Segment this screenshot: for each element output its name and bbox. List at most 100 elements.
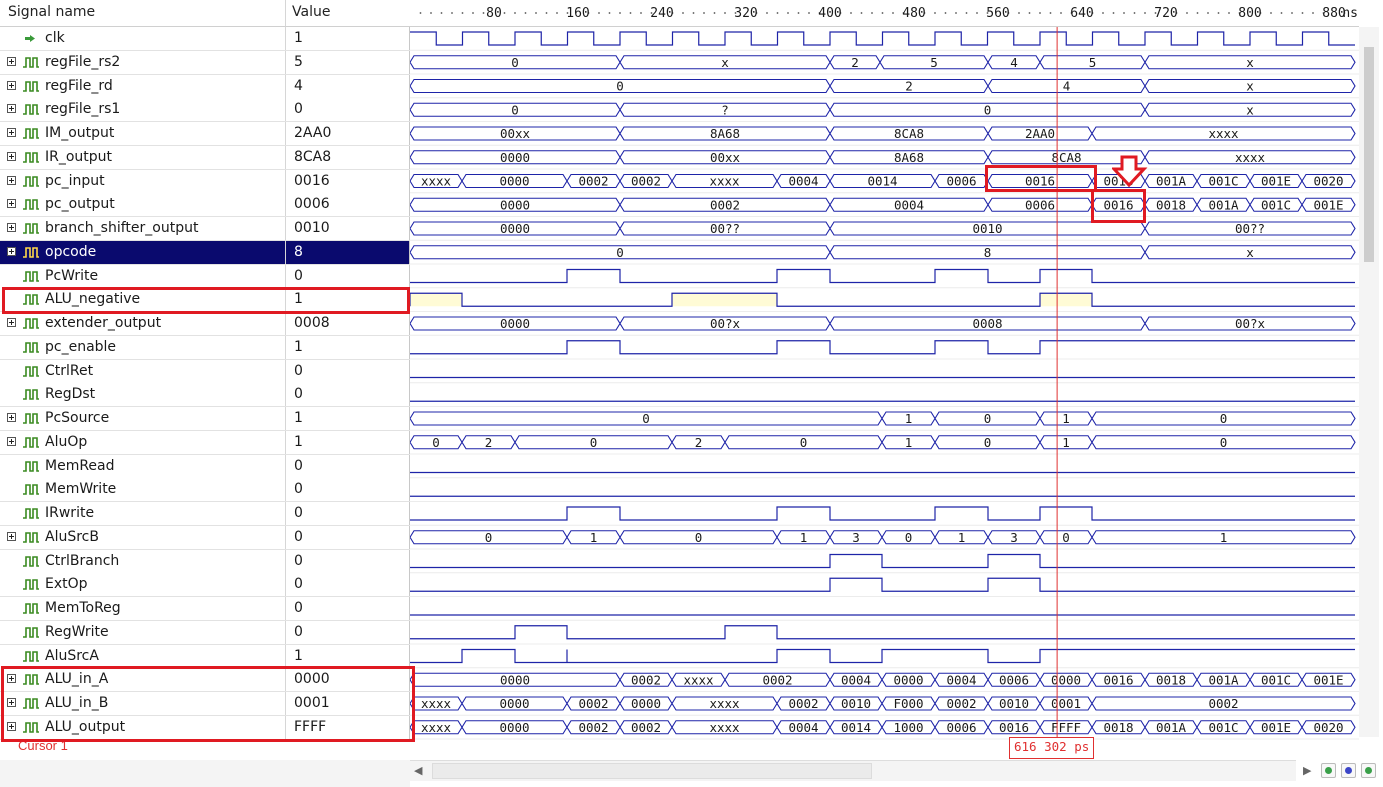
expand-icon[interactable] (7, 674, 16, 684)
goto-cursor-button[interactable] (1341, 763, 1356, 778)
signal-row[interactable]: CtrlRet 0 (0, 359, 410, 384)
signal-row[interactable]: CtrlBranch 0 (0, 549, 410, 574)
expand-icon[interactable] (7, 199, 16, 209)
expand-icon[interactable] (7, 246, 16, 256)
name-panel-footer (0, 760, 410, 787)
signal-name-cell[interactable]: regFile_rs2 (0, 50, 286, 74)
signal-row[interactable]: MemWrite 0 (0, 478, 410, 503)
expand-icon[interactable] (7, 104, 16, 114)
signal-row[interactable]: regFile_rd 4 (0, 74, 410, 99)
cursor-time[interactable]: 616 302 ps (1009, 737, 1095, 759)
horizontal-scrollbar[interactable]: ◀ ▶ (410, 760, 1311, 781)
scroll-right-icon[interactable]: ▶ (1303, 764, 1311, 777)
signal-row[interactable]: IR_output 8CA8 (0, 145, 410, 170)
clock-icon (25, 35, 35, 42)
expand-icon[interactable] (7, 721, 16, 731)
bus-value: 0002 (788, 696, 818, 711)
bus-value: 00xx (500, 126, 531, 141)
signal-row[interactable]: ExtOp 0 (0, 573, 410, 598)
signal-name-cell[interactable]: MemToReg (0, 597, 286, 620)
signal-name-cell[interactable]: branch_shifter_output (0, 217, 286, 240)
signal-name-cell[interactable]: pc_enable (0, 335, 286, 359)
signal-row[interactable]: AluOp 1 (0, 430, 410, 455)
signal-row[interactable]: RegWrite 0 (0, 620, 410, 645)
value-header[interactable]: Value (286, 0, 411, 27)
vertical-scrollbar[interactable] (1359, 27, 1379, 737)
signal-name-cell[interactable]: RegWrite (0, 620, 286, 644)
signal-row[interactable]: extender_output 0008 (0, 312, 410, 336)
signal-row[interactable]: AluSrcA 1 (0, 644, 410, 669)
expand-icon[interactable] (7, 436, 16, 446)
expand-icon[interactable] (7, 223, 16, 232)
signal-name-cell[interactable]: ALU_negative (0, 288, 286, 312)
vertical-scroll-thumb[interactable] (1364, 47, 1374, 262)
cursor-label: Cursor 1 (18, 738, 68, 753)
signal-row[interactable]: branch_shifter_output 0010 (0, 217, 410, 241)
signal-name-header[interactable]: Signal name (0, 0, 286, 27)
signal-row[interactable]: IRwrite 0 (0, 502, 410, 526)
signal-name-cell[interactable]: IR_output (0, 145, 286, 169)
signal-row[interactable]: ALU_output FFFF (0, 715, 410, 740)
signal-row[interactable]: regFile_rs2 5 (0, 50, 410, 75)
signal-value: 0 (286, 264, 410, 288)
signal-row[interactable]: IM_output 2AA0 (0, 122, 410, 146)
signal-name-cell[interactable]: IRwrite (0, 502, 286, 525)
signal-name-cell[interactable]: MemRead (0, 454, 286, 478)
expand-icon[interactable] (7, 698, 16, 707)
expand-icon[interactable] (7, 413, 16, 422)
signal-row[interactable]: regFile_rs1 0 (0, 98, 410, 123)
signal-name-cell[interactable]: regFile_rs1 (0, 98, 286, 122)
horizontal-scroll-thumb[interactable] (432, 763, 872, 779)
signal-row[interactable]: PcSource 1 (0, 407, 410, 431)
signal-name-cell[interactable]: AluOp (0, 430, 286, 454)
signal-name-cell[interactable]: IM_output (0, 122, 286, 145)
waveform-area[interactable]: 80 160 240 320 400 480 560 640 720 800 880ns0 x 2 5 4 5… (410, 0, 1359, 760)
signal-name-cell[interactable]: extender_output (0, 312, 286, 335)
signal-row[interactable]: MemToReg 0 (0, 597, 410, 621)
signal-name-cell[interactable]: PcWrite (0, 264, 286, 288)
signal-name-cell[interactable]: opcode (0, 240, 286, 264)
signal-name-cell[interactable]: ALU_in_B (0, 692, 286, 715)
signal-row[interactable]: clk 1 (0, 27, 410, 51)
signal-row[interactable]: pc_input 0016 (0, 169, 410, 194)
expand-icon[interactable] (7, 128, 16, 137)
signal-name-cell[interactable]: ExtOp (0, 573, 286, 597)
value-header-label: Value (292, 4, 331, 20)
expand-icon[interactable] (7, 175, 16, 185)
signal-name-cell[interactable]: clk (0, 27, 286, 50)
prev-edge-button[interactable] (1321, 763, 1336, 778)
signal-row[interactable]: pc_output 0006 (0, 193, 410, 218)
signal-row[interactable]: AluSrcB 0 (0, 525, 410, 550)
scroll-left-icon[interactable]: ◀ (414, 764, 422, 777)
signal-name-cell[interactable]: regFile_rd (0, 74, 286, 98)
signal-name-cell[interactable]: AluSrcB (0, 525, 286, 549)
signal-row[interactable]: PcWrite 0 (0, 264, 410, 289)
signal-row[interactable]: ALU_negative 1 (0, 288, 410, 313)
signal-name-cell[interactable]: ALU_output (0, 715, 286, 739)
signal-row[interactable]: MemRead 0 (0, 454, 410, 479)
expand-icon[interactable] (7, 318, 16, 327)
signal-name-cell[interactable]: RegDst (0, 383, 286, 407)
signal-name-cell[interactable]: pc_output (0, 193, 286, 217)
expand-icon[interactable] (7, 531, 16, 541)
waveform-icon (23, 531, 39, 543)
signal-name-cell[interactable]: PcSource (0, 407, 286, 430)
signal-name-cell[interactable]: CtrlBranch (0, 549, 286, 573)
signal-row[interactable]: ALU_in_B 0001 (0, 692, 410, 716)
signal-name-cell[interactable]: pc_input (0, 169, 286, 193)
signal-row[interactable]: RegDst 0 (0, 383, 410, 408)
expand-icon[interactable] (7, 56, 16, 66)
next-edge-button[interactable] (1361, 763, 1376, 778)
signal-name-cell[interactable]: CtrlRet (0, 359, 286, 383)
bus-value: 2 (905, 79, 913, 94)
expand-icon[interactable] (7, 80, 16, 90)
signal-row[interactable]: pc_enable 1 (0, 335, 410, 360)
signal-name-cell[interactable]: MemWrite (0, 478, 286, 502)
signal-row[interactable]: opcode 8 (0, 240, 410, 265)
expand-icon[interactable] (7, 151, 16, 161)
signal-name-cell[interactable]: ALU_in_A (0, 668, 286, 692)
bus-value: 0000 (499, 720, 529, 735)
signal-row[interactable]: ALU_in_A 0000 (0, 668, 410, 693)
time-dot (860, 12, 863, 14)
signal-name-cell[interactable]: AluSrcA (0, 644, 286, 668)
